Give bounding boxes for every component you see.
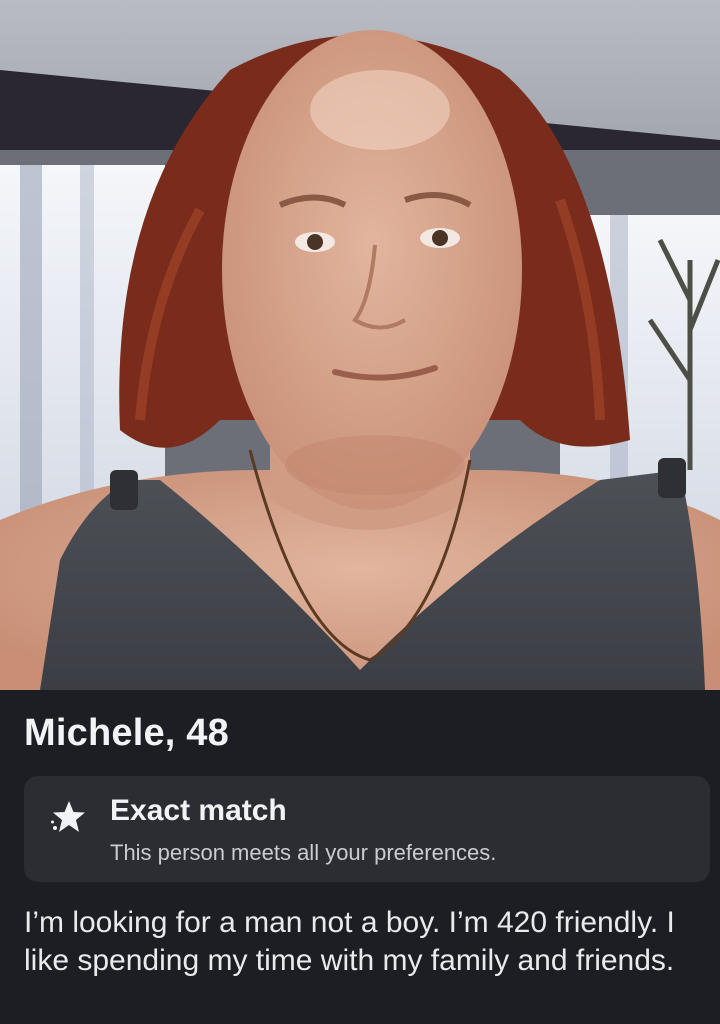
sparkle-star-icon (51, 801, 85, 832)
profile-screen: Michele, 48 Exact match This person meet… (0, 0, 720, 1024)
profile-photo[interactable] (0, 0, 720, 690)
profile-photo-image (0, 0, 720, 690)
exact-match-title: Exact match (110, 794, 287, 827)
profile-bio: I’m looking for a man not a boy. I’m 420… (24, 906, 675, 977)
exact-match-badge: Exact match This person meets all your p… (24, 776, 710, 882)
profile-info: Michele, 48 Exact match This person meet… (0, 690, 720, 1024)
profile-name-age: Michele, 48 (24, 712, 229, 754)
exact-match-subtitle: This person meets all your preferences. (110, 840, 497, 865)
